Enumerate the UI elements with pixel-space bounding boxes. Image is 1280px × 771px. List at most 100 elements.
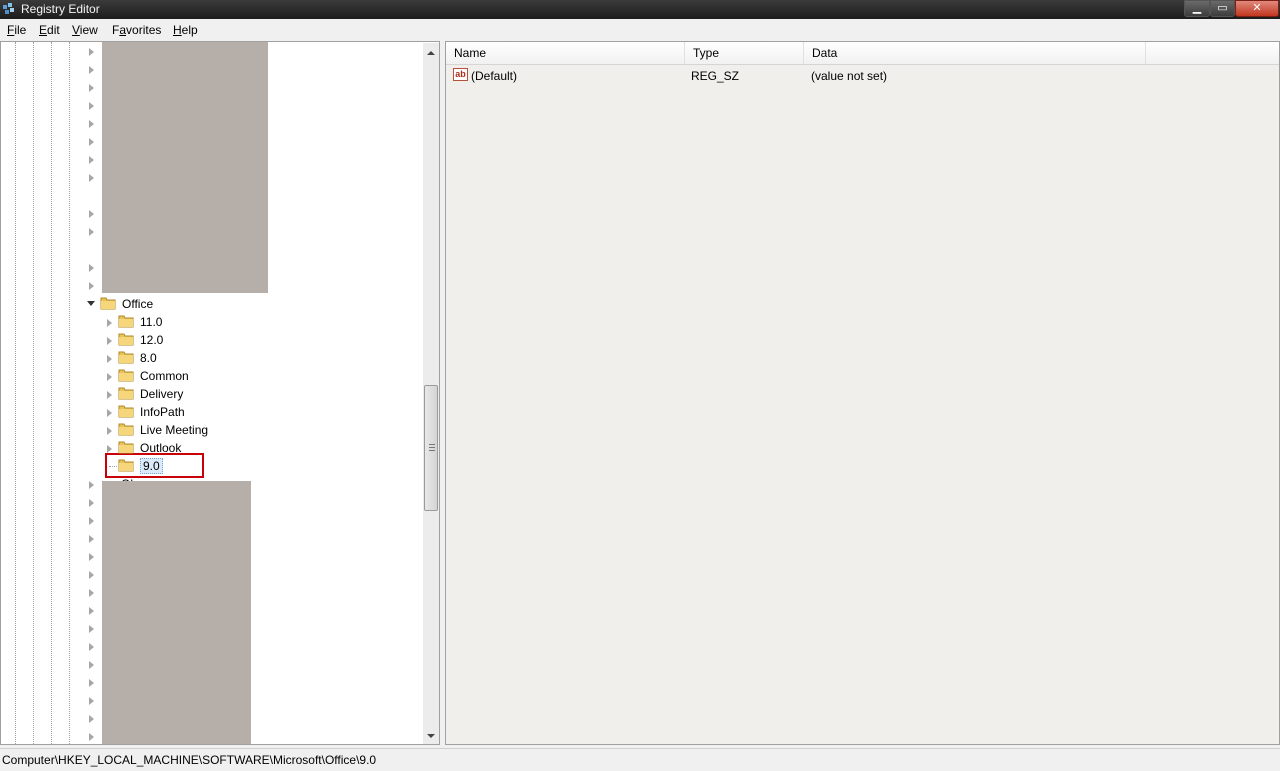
tree-node-delivery[interactable]: Delivery [118, 385, 258, 403]
expand-arrow-icon[interactable] [107, 355, 112, 363]
expand-arrow-icon[interactable] [89, 66, 94, 74]
menu-favorites[interactable]: Favorites [112, 23, 161, 37]
expand-arrow-icon[interactable] [89, 282, 94, 290]
expand-arrow-icon[interactable] [107, 319, 112, 327]
folder-icon [118, 369, 134, 382]
expand-arrow-icon[interactable] [89, 571, 94, 579]
expand-arrow-icon[interactable] [89, 138, 94, 146]
title-bar: Registry Editor ▁ ▭ ✕ [0, 0, 1280, 19]
tree-label: Outlook [140, 441, 182, 455]
folder-icon [118, 441, 134, 454]
tree-node-infopath[interactable]: InfoPath [118, 403, 258, 421]
expand-arrow-icon[interactable] [89, 517, 94, 525]
tree-guide-line [69, 42, 70, 744]
expand-arrow-icon[interactable] [89, 102, 94, 110]
folder-icon [118, 423, 134, 436]
scroll-up-icon[interactable] [423, 45, 439, 61]
expand-arrow-icon[interactable] [107, 409, 112, 417]
values-list[interactable]: Name Type Data ab (Default) REG_SZ (valu… [445, 41, 1280, 745]
tree-node-8-0[interactable]: 8.0 [118, 349, 258, 367]
tree-node-9-0[interactable]: 9.0 [118, 457, 258, 475]
tree-node-outlook[interactable]: Outlook [118, 439, 258, 457]
status-path: Computer\HKEY_LOCAL_MACHINE\SOFTWARE\Mic… [2, 753, 377, 767]
folder-icon [118, 387, 134, 400]
scrollbar-thumb[interactable] [424, 385, 438, 511]
expand-arrow-icon[interactable] [89, 679, 94, 687]
expand-arrow-icon[interactable] [89, 661, 94, 669]
column-header-name[interactable]: Name [446, 42, 685, 64]
tree-guide-line [33, 42, 34, 744]
redacted-area [102, 481, 251, 744]
expand-arrow-icon[interactable] [89, 715, 94, 723]
tree-label: Live Meeting [140, 423, 209, 437]
folder-icon [118, 459, 134, 472]
folder-icon [118, 315, 134, 328]
minimize-button[interactable]: ▁ [1184, 0, 1210, 17]
expand-arrow-icon[interactable] [89, 589, 94, 597]
collapse-arrow-icon[interactable] [87, 301, 95, 306]
tree-node-common[interactable]: Common [118, 367, 258, 385]
expand-arrow-icon[interactable] [89, 228, 94, 236]
folder-icon [118, 405, 134, 418]
tree-node-office[interactable]: Office [100, 295, 220, 313]
grip-icon [429, 444, 435, 451]
expand-arrow-icon[interactable] [89, 535, 94, 543]
expand-arrow-icon[interactable] [107, 427, 112, 435]
tree-label: Common [140, 369, 189, 383]
column-header-data[interactable]: Data [804, 42, 1146, 64]
tree-label: 8.0 [140, 351, 157, 365]
tree-guide-line [109, 466, 117, 467]
expand-arrow-icon[interactable] [107, 445, 112, 453]
tree-label: Office [122, 297, 154, 311]
expand-arrow-icon[interactable] [89, 48, 94, 56]
expand-arrow-icon[interactable] [89, 607, 94, 615]
redacted-area [102, 42, 268, 293]
expand-arrow-icon[interactable] [89, 120, 94, 128]
registry-tree[interactable]: Office Ol 11.012.08.0CommonDeliveryInfoP… [0, 41, 440, 745]
menu-file[interactable]: File [7, 23, 26, 37]
value-data: (value not set) [811, 69, 888, 83]
expand-arrow-icon[interactable] [89, 210, 94, 218]
expand-arrow-icon[interactable] [89, 481, 94, 489]
tree-scrollbar[interactable] [423, 43, 439, 744]
tree-node-live-meeting[interactable]: Live Meeting [118, 421, 258, 439]
registry-editor-icon [3, 3, 14, 14]
scroll-down-icon[interactable] [423, 728, 439, 744]
tree-node-12-0[interactable]: 12.0 [118, 331, 258, 349]
expand-arrow-icon[interactable] [89, 697, 94, 705]
tree-guide-line [15, 42, 16, 744]
expand-arrow-icon[interactable] [89, 625, 94, 633]
column-header-type[interactable]: Type [685, 42, 804, 64]
reg-sz-icon: ab [453, 68, 468, 81]
window-title: Registry Editor [21, 2, 100, 16]
menu-view[interactable]: View [72, 23, 98, 37]
tree-label: 12.0 [140, 333, 164, 347]
expand-arrow-icon[interactable] [89, 499, 94, 507]
maximize-button[interactable]: ▭ [1210, 0, 1235, 17]
tree-label: InfoPath [140, 405, 185, 419]
folder-icon [100, 297, 116, 310]
expand-arrow-icon[interactable] [89, 174, 94, 182]
expand-arrow-icon[interactable] [107, 391, 112, 399]
tree-label: 11.0 [140, 315, 163, 329]
value-type: REG_SZ [691, 69, 740, 83]
list-row[interactable]: ab (Default) REG_SZ (value not set) [446, 66, 1279, 84]
folder-icon [118, 333, 134, 346]
expand-arrow-icon[interactable] [89, 264, 94, 272]
expand-arrow-icon[interactable] [89, 643, 94, 651]
expand-arrow-icon[interactable] [107, 337, 112, 345]
expand-arrow-icon[interactable] [107, 373, 112, 381]
menu-help[interactable]: Help [173, 23, 198, 37]
close-button[interactable]: ✕ [1235, 0, 1279, 17]
tree-label: Delivery [140, 387, 184, 401]
menu-bar: File Edit View Favorites Help [0, 19, 1280, 39]
tree-node-11-0[interactable]: 11.0 [118, 313, 258, 331]
status-bar: Computer\HKEY_LOCAL_MACHINE\SOFTWARE\Mic… [0, 748, 1280, 771]
column-header-row: Name Type Data [446, 42, 1279, 65]
expand-arrow-icon[interactable] [89, 156, 94, 164]
expand-arrow-icon[interactable] [89, 553, 94, 561]
menu-edit[interactable]: Edit [39, 23, 60, 37]
expand-arrow-icon[interactable] [89, 84, 94, 92]
tree-label: 9.0 [140, 458, 163, 474]
expand-arrow-icon[interactable] [89, 733, 94, 741]
